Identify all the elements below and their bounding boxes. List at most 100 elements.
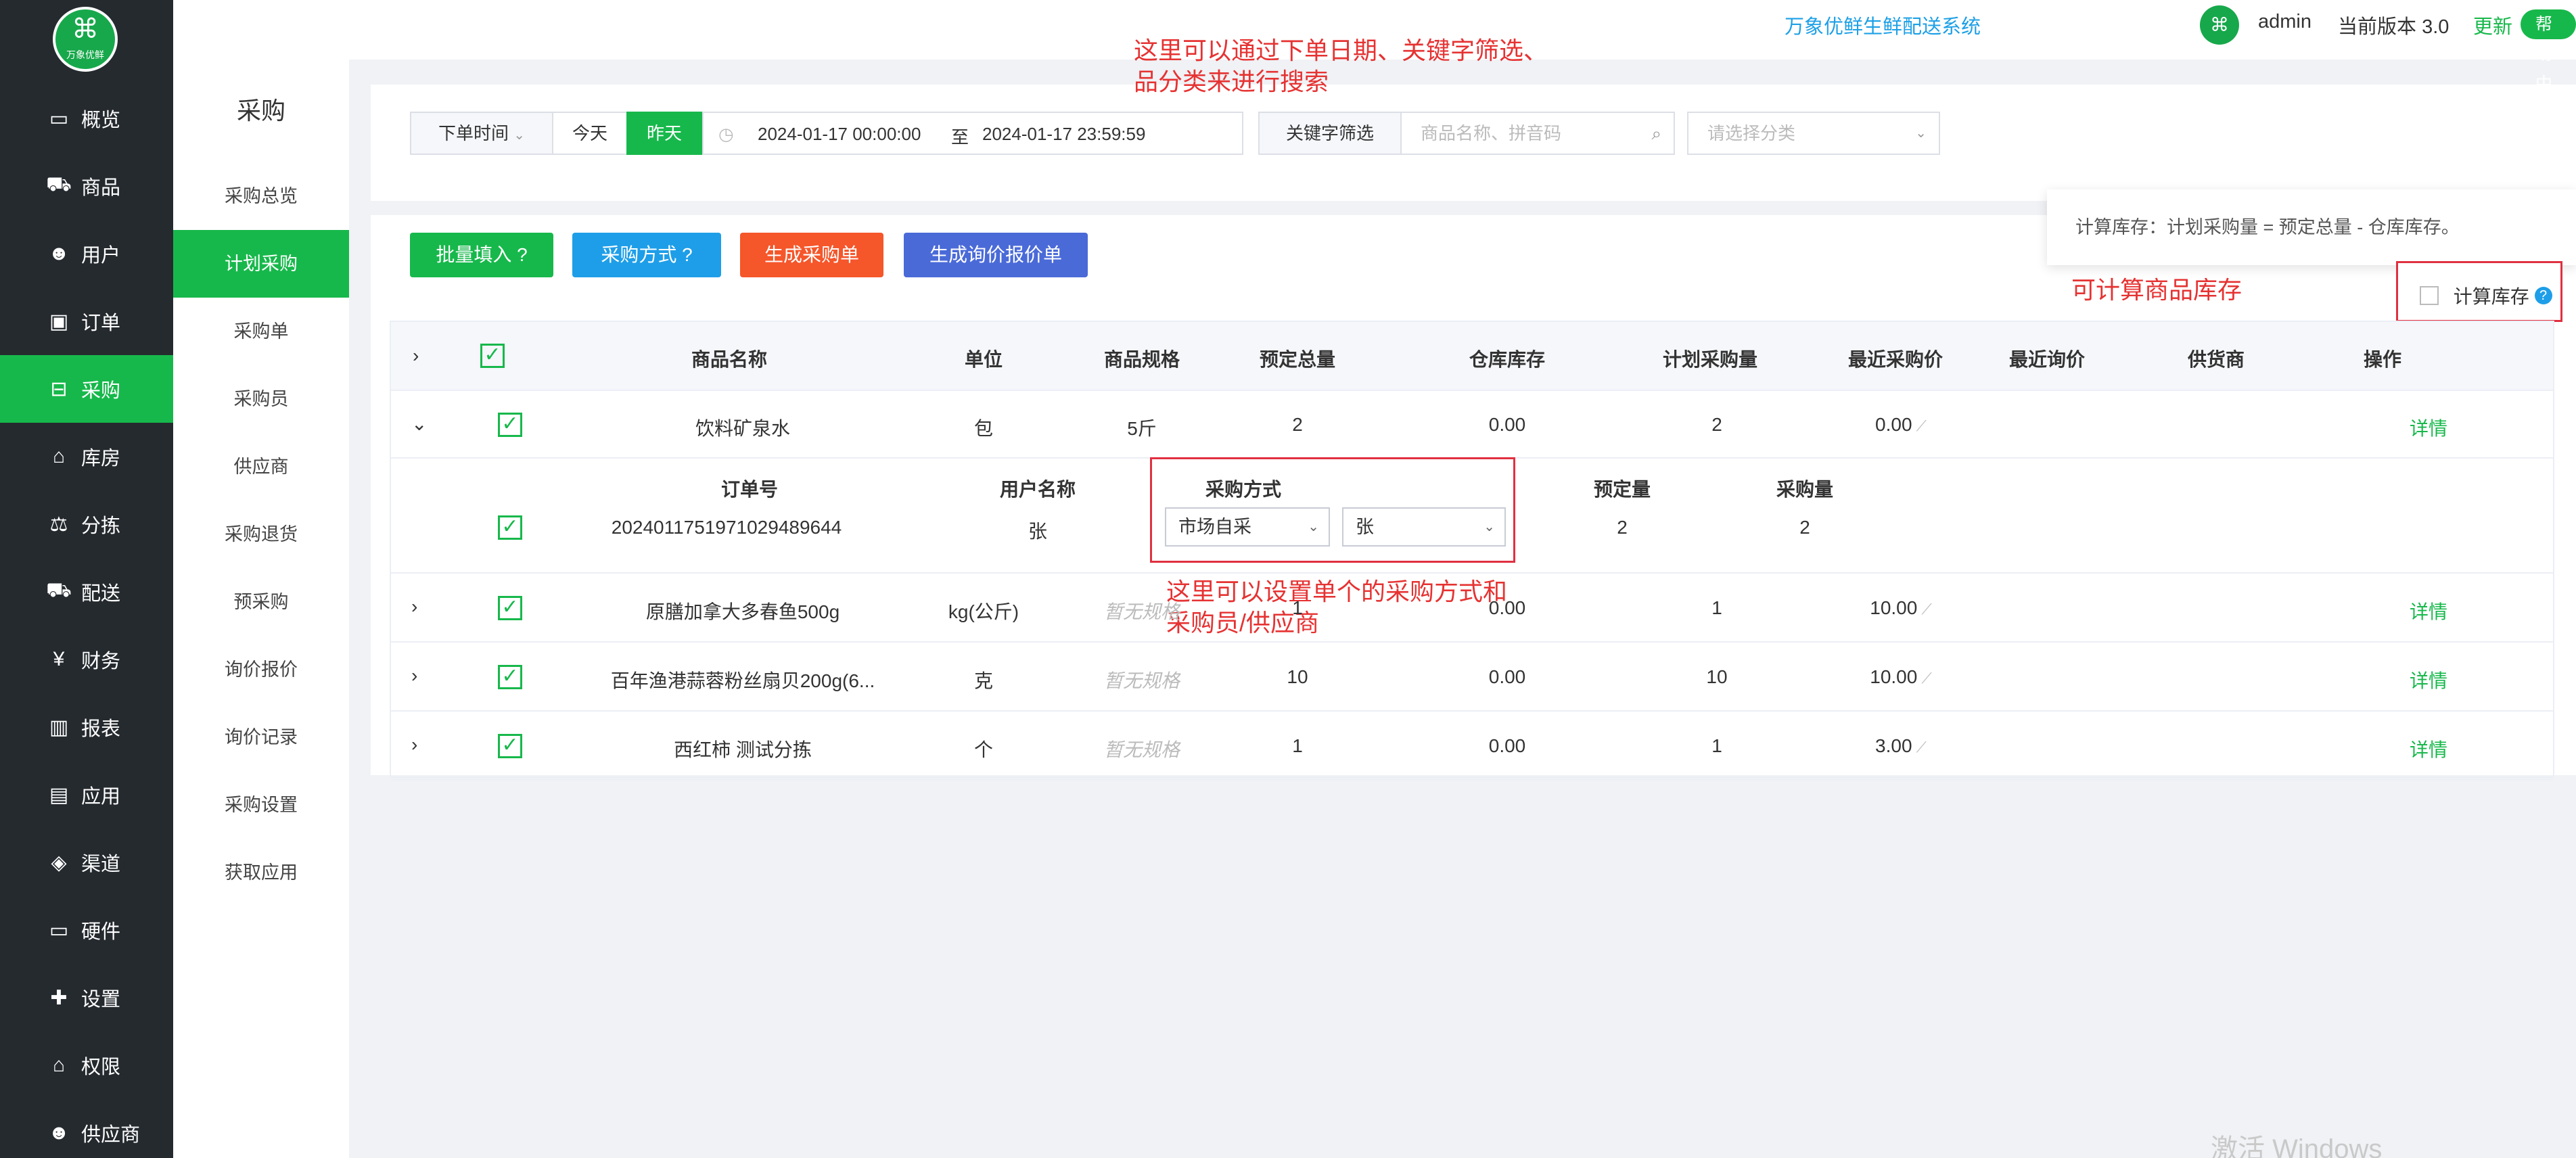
subnav-item-7[interactable]: 询价报价 bbox=[173, 636, 349, 703]
category-placeholder: 请选择分类 bbox=[1707, 123, 1796, 143]
table-header: › ✓ 商品名称 单位 商品规格 预定总量 仓库库存 计划采购量 最近采购价 最近询价 供货商 操… bbox=[391, 322, 2553, 391]
sidebar-item-0[interactable]: ▭ 概览 bbox=[0, 85, 173, 152]
create-purchase-order-button[interactable]: 生成采购单 bbox=[740, 233, 883, 277]
column-header: 操作 bbox=[2363, 349, 2402, 370]
method-annotation-box bbox=[1150, 457, 1515, 563]
subnav-item-1[interactable]: 计划采购 bbox=[173, 230, 349, 298]
batch-fill-button[interactable]: 批量填入 ? bbox=[410, 233, 553, 277]
sidebar-item-5[interactable]: ⌂ 库房 bbox=[0, 423, 173, 490]
sidebar-item-12[interactable]: ▭ 硬件 bbox=[0, 896, 173, 964]
subnav-item-3[interactable]: 采购员 bbox=[173, 365, 349, 433]
today-button[interactable]: 今天 bbox=[552, 112, 628, 155]
warehouse-stock: 0.00 bbox=[1488, 414, 1526, 435]
sidebar-item-label: 财务 bbox=[81, 651, 121, 672]
username[interactable]: admin bbox=[2258, 11, 2312, 33]
expand-all-icon[interactable]: › bbox=[413, 345, 419, 367]
help-circle-icon: ? bbox=[517, 244, 528, 265]
subnav-item-9[interactable]: 采购设置 bbox=[173, 771, 349, 839]
create-quote-button[interactable]: 生成询价报价单 bbox=[904, 233, 1088, 277]
batch-fill-label: 批量填入 bbox=[436, 244, 512, 265]
expand-row-icon[interactable]: › bbox=[411, 734, 417, 756]
subnav-item-8[interactable]: 询价记录 bbox=[173, 703, 349, 771]
sidebar-item-3[interactable]: ▣ 订单 bbox=[0, 287, 173, 355]
app-logo[interactable]: ⌘ 万象优鲜 bbox=[53, 7, 118, 72]
subnav-item-5[interactable]: 采购退货 bbox=[173, 501, 349, 568]
last-purchase-price: 10.00 ⟋ bbox=[1870, 666, 1931, 688]
trend-chart-icon[interactable]: ⟋ bbox=[1916, 417, 1927, 434]
sidebar-item-14[interactable]: ⌂ 权限 bbox=[0, 1032, 173, 1099]
truck-icon: ⛟ bbox=[46, 579, 72, 601]
expand-row-icon[interactable]: › bbox=[411, 596, 417, 618]
select-all-checkbox[interactable]: ✓ bbox=[480, 344, 505, 368]
expand-row-icon[interactable]: › bbox=[411, 665, 417, 687]
yesterday-button[interactable]: 昨天 bbox=[626, 112, 702, 155]
sidebar-item-13[interactable]: ✚ 设置 bbox=[0, 964, 173, 1032]
subnav-item-4[interactable]: 供应商 bbox=[173, 433, 349, 501]
time-type-select[interactable]: 下单时间 ⌄ bbox=[410, 112, 553, 155]
sidebar-item-10[interactable]: ▤ 应用 bbox=[0, 761, 173, 829]
sidebar-item-1[interactable]: ⛟ 商品 bbox=[0, 152, 173, 220]
sidebar-item-11[interactable]: ◈ 渠道 bbox=[0, 829, 173, 896]
row-checkbox[interactable]: ✓ bbox=[498, 734, 522, 758]
purchase-quantity: 2 bbox=[1799, 517, 1810, 538]
start-date[interactable]: 2024-01-17 00:00:00 bbox=[758, 124, 921, 145]
sidebar-item-label: 分拣 bbox=[81, 515, 121, 537]
sidebar-item-label: 应用 bbox=[81, 786, 121, 808]
table-row: › ✓ 原膳加拿大多春鱼500g kg(公斤) 暂无规格 1 0.00 1 10.00 ⟋ 详情 bbox=[391, 574, 2553, 643]
subnav-item-2[interactable]: 采购单 bbox=[173, 298, 349, 365]
subnav-item-0[interactable]: 采购总览 bbox=[173, 162, 349, 230]
avatar[interactable]: ⌘ bbox=[2200, 5, 2239, 45]
subnav-item-6[interactable]: 预采购 bbox=[173, 568, 349, 636]
detail-link[interactable]: 详情 bbox=[2410, 666, 2447, 693]
calc-stock-toggle[interactable]: 计算库存 ? bbox=[2420, 282, 2552, 309]
search-icon[interactable]: ⌕ bbox=[1651, 113, 1661, 154]
subnav-list: 采购总览 计划采购 采购单 采购员 供应商 采购退货 预采购 询价报价 询价记录 采购设置 获取应用 bbox=[173, 162, 349, 906]
row-checkbox[interactable]: ✓ bbox=[498, 596, 522, 620]
product-spec: 暂无规格 bbox=[1103, 601, 1180, 622]
update-link[interactable]: 更新 bbox=[2473, 11, 2512, 39]
money-icon: ▣ bbox=[49, 310, 69, 333]
collapse-row-icon[interactable]: ⌄ bbox=[411, 413, 427, 435]
keyword-search-input[interactable]: 商品名称、拼音码 ⌕ bbox=[1400, 112, 1675, 155]
sidebar-item-15[interactable]: ☻ 供应商 bbox=[0, 1099, 173, 1158]
keyword-placeholder: 商品名称、拼音码 bbox=[1421, 123, 1562, 143]
product-name: 原膳加拿大多春鱼500g bbox=[645, 601, 840, 622]
order-checkbox[interactable]: ✓ bbox=[498, 515, 522, 540]
sidebar-item-4[interactable]: ⊟ 采购 bbox=[0, 355, 173, 423]
system-name[interactable]: 万象优鲜生鲜配送系统 bbox=[1785, 11, 1981, 39]
detail-link[interactable]: 详情 bbox=[2410, 414, 2447, 441]
help-circle-icon[interactable]: ? bbox=[2534, 287, 2552, 304]
trend-chart-icon[interactable]: ⟋ bbox=[1916, 739, 1927, 756]
purchase-method-button[interactable]: 采购方式 ? bbox=[572, 233, 721, 277]
row-checkbox[interactable]: ✓ bbox=[498, 665, 522, 689]
product-unit: kg(公斤) bbox=[948, 601, 1019, 622]
date-range-picker[interactable]: ◷ 2024-01-17 00:00:00 至 2024-01-17 23:59… bbox=[702, 112, 1243, 155]
users-icon: ☻ bbox=[48, 242, 70, 264]
help-center-button[interactable]: 帮助中心 bbox=[2521, 9, 2576, 123]
sidebar-item-7[interactable]: ⛟ 配送 bbox=[0, 558, 173, 626]
trend-chart-icon[interactable]: ⟋ bbox=[1921, 670, 1931, 687]
sidebar-item-label: 概览 bbox=[81, 110, 121, 131]
calc-stock-tooltip: 计算库存：计划采购量 = 预定总量 - 仓库库存。 bbox=[2047, 189, 2576, 265]
end-date[interactable]: 2024-01-17 23:59:59 bbox=[982, 124, 1145, 145]
balance-scale-icon: ⚖ bbox=[49, 513, 68, 536]
sidebar-item-6[interactable]: ⚖ 分拣 bbox=[0, 490, 173, 558]
sidebar-item-9[interactable]: ▥ 报表 bbox=[0, 693, 173, 761]
row-checkbox[interactable]: ✓ bbox=[498, 413, 522, 437]
bar-chart-icon: ▥ bbox=[49, 716, 69, 739]
calc-stock-checkbox[interactable] bbox=[2420, 286, 2439, 305]
order-number: 20240117519710294896​44 bbox=[611, 517, 842, 538]
sidebar-item-8[interactable]: ¥ 财务 bbox=[0, 626, 173, 693]
sidebar-item-label: 配送 bbox=[81, 583, 121, 605]
logo-text: 万象优鲜 bbox=[66, 49, 104, 60]
sidebar-item-label: 订单 bbox=[81, 312, 121, 334]
category-select[interactable]: 请选择分类 ⌄ bbox=[1687, 112, 1940, 155]
detail-link[interactable]: 详情 bbox=[2410, 735, 2447, 762]
subnav-item-10[interactable]: 获取应用 bbox=[173, 839, 349, 906]
yen-icon: ¥ bbox=[53, 648, 65, 670]
sidebar-item-2[interactable]: ☻ 用户 bbox=[0, 220, 173, 287]
logo-icon: ⌘ bbox=[72, 14, 99, 44]
trend-chart-icon[interactable]: ⟋ bbox=[1921, 601, 1931, 618]
detail-link[interactable]: 详情 bbox=[2410, 597, 2447, 624]
chevron-down-icon: ⌄ bbox=[513, 128, 525, 143]
